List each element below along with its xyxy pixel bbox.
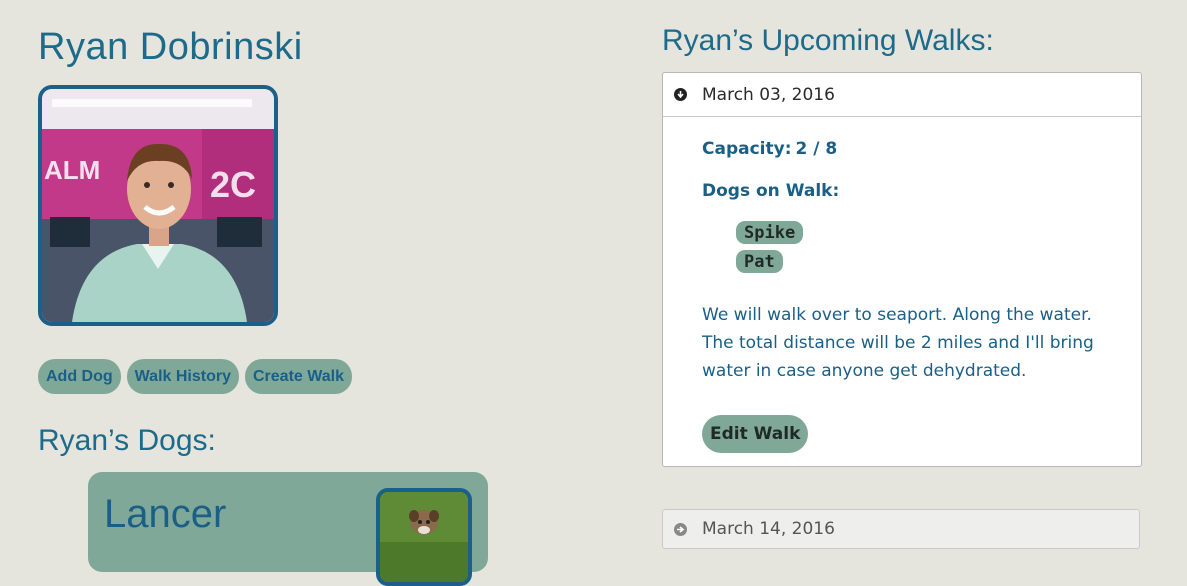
svg-text:ALM: ALM <box>44 155 100 185</box>
dog-photo <box>376 488 472 586</box>
dog-chip-pat[interactable]: Pat <box>736 250 783 273</box>
walk-details: Capacity: 2 / 8 Dogs on Walk: Spike Pat W… <box>663 116 1141 466</box>
walk-capacity: Capacity: 2 / 8 <box>702 139 1101 159</box>
list-item: Pat <box>736 250 1101 279</box>
dogs-heading: Ryan’s Dogs: <box>38 424 216 457</box>
walk-accordion-item: March 03, 2016 Capacity: 2 / 8 Dogs on Wa… <box>662 72 1142 467</box>
capacity-label: Capacity: <box>702 139 792 159</box>
walk-history-button[interactable]: Walk History <box>126 359 239 394</box>
dogs-on-walk-label: Dogs on Walk: <box>702 181 840 201</box>
walk-accordion-header[interactable]: March 03, 2016 <box>663 73 1141 116</box>
svg-text:2C: 2C <box>210 164 256 205</box>
walk-date: March 03, 2016 <box>702 84 835 105</box>
capacity-value: 2 / 8 <box>795 139 838 159</box>
dog-card[interactable]: Lancer <box>88 472 488 586</box>
circle-arrow-down-icon <box>674 88 687 101</box>
circle-arrow-right-icon <box>674 522 687 536</box>
walk-accordion-header[interactable]: March 14, 2016 <box>662 509 1140 549</box>
walk-dog-list: Spike Pat <box>736 221 1101 279</box>
profile-name: Ryan Dobrinski <box>38 26 303 68</box>
edit-walk-button[interactable]: Edit Walk <box>702 415 809 453</box>
profile-avatar: ALM 2C <box>38 85 278 326</box>
walk-date: March 14, 2016 <box>702 519 835 539</box>
profile-column: Ryan Dobrinski ALM 2C Add Dog Walk Histo… <box>38 0 598 586</box>
create-walk-button[interactable]: Create Walk <box>244 359 352 394</box>
add-dog-button[interactable]: Add Dog <box>38 359 121 394</box>
list-item: Spike <box>736 221 1101 250</box>
profile-actions: Add Dog Walk History Create Walk <box>38 359 352 394</box>
profile-photo: ALM 2C <box>42 89 274 322</box>
walks-heading: Ryan’s Upcoming Walks: <box>662 24 994 57</box>
dog-chip-spike[interactable]: Spike <box>736 221 804 244</box>
walk-description: We will walk over to seaport. Along the … <box>702 305 1094 381</box>
walks-column: Ryan’s Upcoming Walks: March 03, 2016 Ca… <box>662 0 1142 549</box>
dog-name[interactable]: Lancer <box>104 492 226 537</box>
